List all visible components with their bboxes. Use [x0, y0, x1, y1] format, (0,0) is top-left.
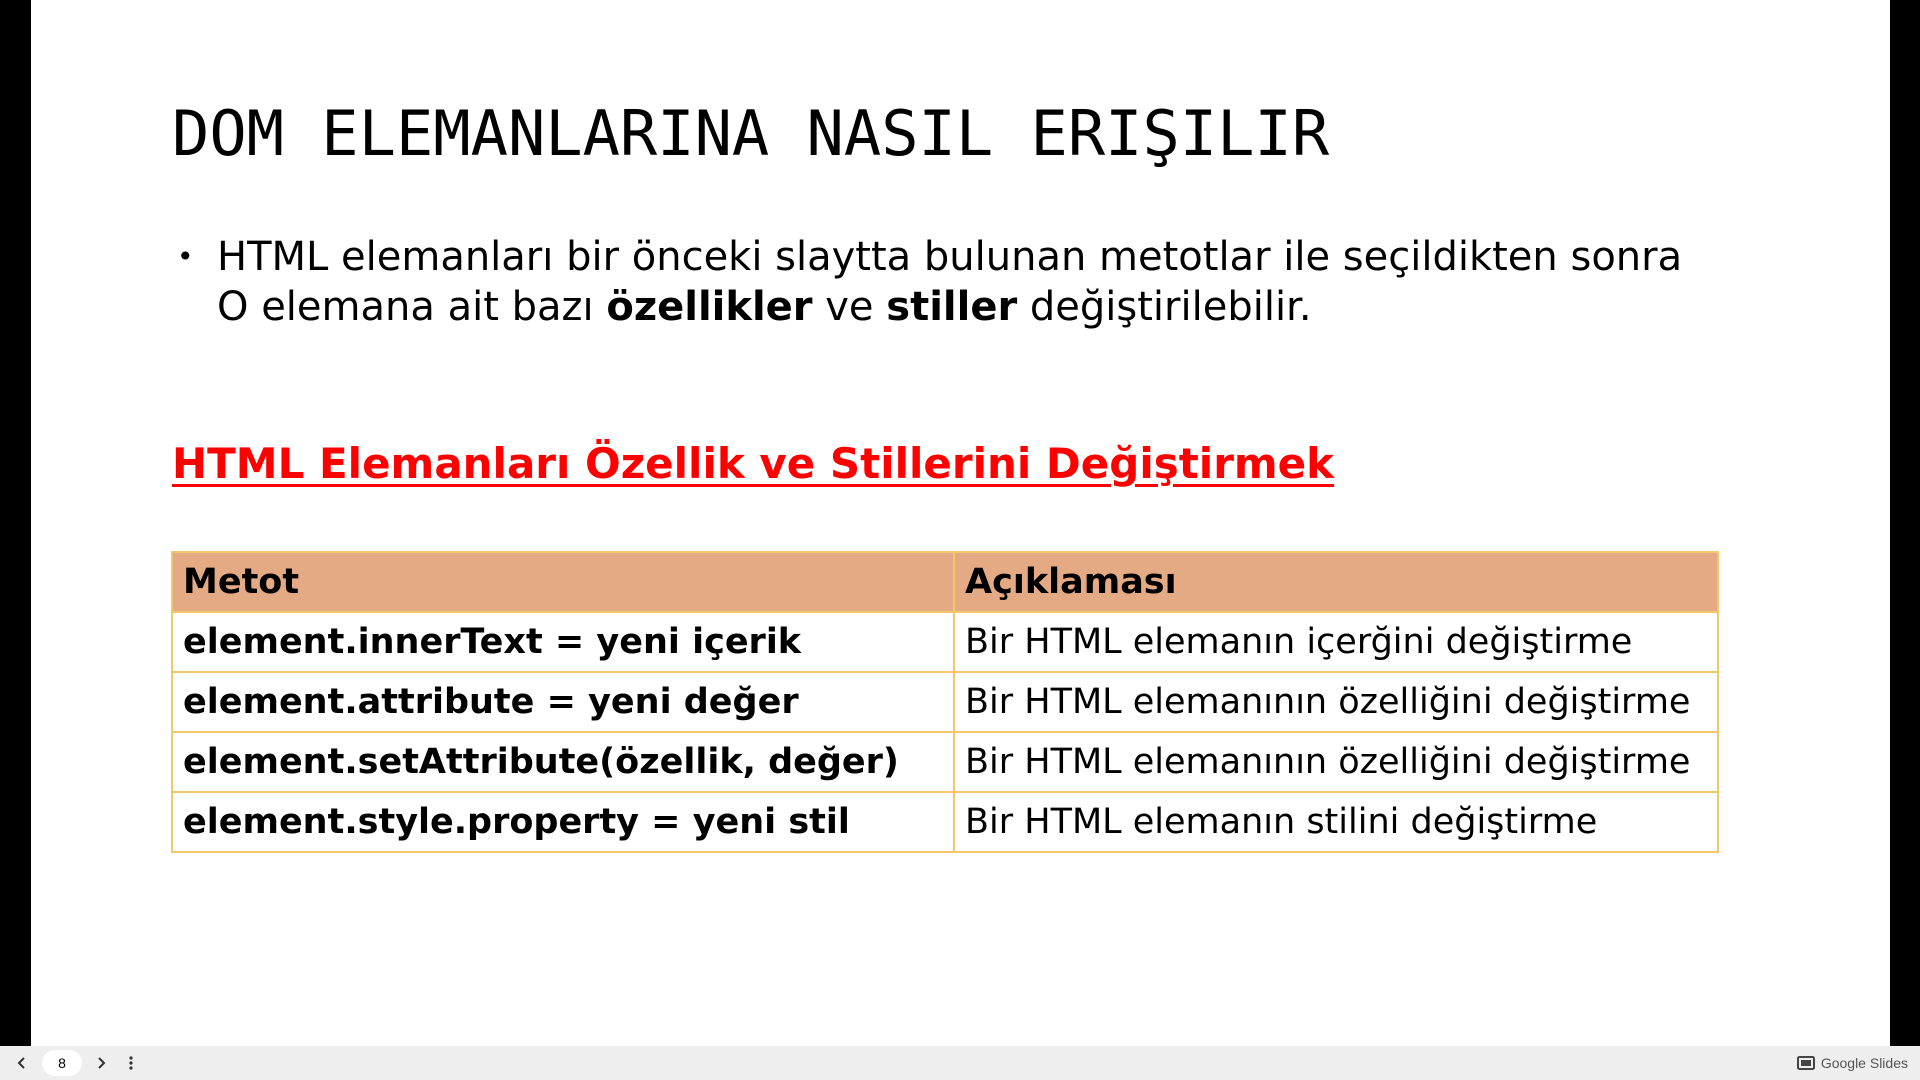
- chevron-left-icon: [17, 1057, 25, 1069]
- bullet-text-part3: değiştirilebilir.: [1017, 284, 1312, 330]
- column-header-method: Metot: [171, 551, 955, 613]
- description-cell: Bir HTML elemanın içerğini değiştirme: [953, 611, 1719, 673]
- bullet-list: • HTML elemanları bir önceki slaytta bul…: [172, 232, 1832, 332]
- method-cell: element.setAttribute(özellik, değer): [171, 731, 955, 793]
- slides-icon: [1796, 1056, 1815, 1070]
- previous-slide-button[interactable]: [10, 1051, 34, 1075]
- bullet-text-line1: HTML elemanları bir önceki slaytta bulun…: [217, 234, 1683, 280]
- more-options-button[interactable]: [119, 1051, 143, 1075]
- slide-title: DOM ELEMANLARINA NASIL ERIŞILIR: [172, 97, 1330, 170]
- bullet-continuation: O elemana ait bazı özellikler ve stiller…: [172, 282, 1832, 332]
- google-slides-link[interactable]: Google Slides: [1796, 1053, 1908, 1073]
- bullet-text-part1: O elemana ait bazı: [217, 284, 607, 330]
- more-vertical-icon: [129, 1056, 133, 1070]
- brand-label: Google Slides: [1820, 1055, 1908, 1071]
- method-cell: element.style.property = yeni stil: [171, 791, 955, 853]
- description-cell: Bir HTML elemanının özelliğini değiştirm…: [953, 731, 1719, 793]
- table-row: element.style.property = yeni stil Bir H…: [171, 791, 1719, 853]
- bullet-bold-properties: özellikler: [606, 284, 813, 330]
- viewer-toolbar: 8 Google Slides: [0, 1046, 1920, 1080]
- table-row: element.innerText = yeni içerik Bir HTML…: [171, 611, 1719, 673]
- bullet-text-part2: ve: [812, 284, 887, 330]
- bullet-item: • HTML elemanları bir önceki slaytta bul…: [172, 232, 1832, 282]
- next-slide-button[interactable]: [89, 1051, 113, 1075]
- table-row: element.setAttribute(özellik, değer) Bir…: [171, 731, 1719, 793]
- bullet-marker: •: [177, 240, 194, 273]
- description-cell: Bir HTML elemanının özelliğini değiştirm…: [953, 671, 1719, 733]
- method-cell: element.attribute = yeni değer: [171, 671, 955, 733]
- table-header-row: Metot Açıklaması: [171, 551, 1719, 613]
- slide-canvas: DOM ELEMANLARINA NASIL ERIŞILIR • HTML e…: [31, 0, 1890, 1046]
- methods-table: Metot Açıklaması element.innerText = yen…: [171, 551, 1719, 853]
- bullet-bold-styles: stiller: [886, 284, 1018, 330]
- section-heading: HTML Elemanları Özellik ve Stillerini De…: [172, 439, 1335, 488]
- description-cell: Bir HTML elemanın stilini değiştirme: [953, 791, 1719, 853]
- slides-viewer: DOM ELEMANLARINA NASIL ERIŞILIR • HTML e…: [0, 0, 1920, 1080]
- chevron-right-icon: [98, 1057, 106, 1069]
- method-cell: element.innerText = yeni içerik: [171, 611, 955, 673]
- column-header-description: Açıklaması: [953, 551, 1719, 613]
- page-number-field[interactable]: 8: [42, 1050, 82, 1076]
- table-row: element.attribute = yeni değer Bir HTML …: [171, 671, 1719, 733]
